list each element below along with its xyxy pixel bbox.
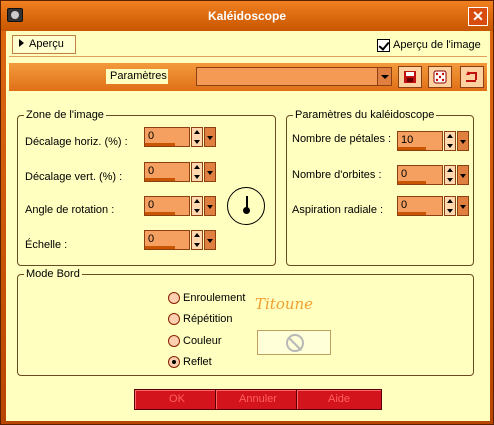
help-button[interactable]: Aide bbox=[296, 389, 382, 410]
reset-preset-button[interactable] bbox=[460, 66, 484, 88]
scale-label: Échelle : bbox=[25, 239, 68, 251]
orbits-label: Nombre d'orbites : bbox=[292, 169, 382, 181]
rotation-spinner[interactable]: 0 bbox=[144, 196, 217, 218]
wrap-radio-label: Enroulement bbox=[183, 292, 246, 304]
radial-suction-value: 0 bbox=[401, 199, 408, 211]
petals-dropdown-icon[interactable] bbox=[457, 131, 469, 151]
signature-logo: Titoune bbox=[255, 295, 314, 313]
disabled-icon bbox=[286, 334, 304, 352]
reflect-radio-label: Reflet bbox=[183, 356, 212, 368]
radial-suction-spinner[interactable]: 0 bbox=[397, 196, 470, 218]
window-title: Kaléidoscope bbox=[207, 9, 287, 23]
orbits-stepper-icon[interactable] bbox=[444, 165, 456, 185]
rotation-value: 0 bbox=[148, 199, 155, 211]
expand-arrow-icon bbox=[19, 39, 24, 47]
v-offset-dropdown-icon[interactable] bbox=[204, 162, 216, 182]
kaleidoscope-params-title: Paramètres du kaléidoscope bbox=[293, 109, 437, 121]
preview-image-checkbox[interactable] bbox=[377, 38, 390, 52]
radial-suction-label: Aspiration radiale : bbox=[292, 204, 384, 216]
h-offset-dropdown-icon[interactable] bbox=[204, 127, 216, 147]
chevron-down-icon[interactable] bbox=[377, 68, 391, 85]
radial-suction-input[interactable]: 0 bbox=[397, 196, 443, 216]
orbits-value: 0 bbox=[401, 168, 408, 180]
scale-value: 0 bbox=[148, 233, 155, 245]
orbits-input[interactable]: 0 bbox=[397, 165, 443, 185]
petals-input[interactable]: 10 bbox=[397, 131, 443, 151]
preview-image-label: Aperçu de l'image bbox=[393, 39, 481, 51]
dialog-client: Aperçu Aperçu de l'image Paramètres Zone… bbox=[6, 31, 490, 421]
orbits-dropdown-icon[interactable] bbox=[457, 165, 469, 185]
scale-dropdown-icon[interactable] bbox=[204, 230, 216, 250]
wrap-radio[interactable] bbox=[168, 292, 180, 304]
preview-image-checkbox-row[interactable]: Aperçu de l'image bbox=[377, 38, 481, 52]
preview-toggle-label: Aperçu bbox=[29, 38, 64, 50]
preview-bar: Aperçu Aperçu de l'image bbox=[9, 33, 487, 57]
edge-option-color[interactable]: Couleur bbox=[168, 334, 222, 348]
edge-mode-group: Mode Bord bbox=[17, 268, 474, 376]
presets-dropdown[interactable] bbox=[196, 67, 392, 86]
rotation-stepper-icon[interactable] bbox=[191, 196, 203, 216]
v-offset-value: 0 bbox=[148, 165, 155, 177]
ok-button[interactable]: OK bbox=[134, 389, 220, 410]
repeat-radio[interactable] bbox=[168, 313, 180, 325]
save-icon bbox=[404, 71, 416, 83]
title-bar[interactable]: Kaléidoscope ✕ bbox=[1, 1, 493, 31]
v-offset-stepper-icon[interactable] bbox=[191, 162, 203, 182]
h-offset-label: Décalage horiz. (%) : bbox=[25, 136, 128, 148]
petals-value: 10 bbox=[401, 134, 414, 146]
random-dice-icon bbox=[433, 70, 447, 84]
preview-toggle-button[interactable]: Aperçu bbox=[12, 35, 76, 54]
h-offset-value: 0 bbox=[148, 130, 155, 142]
scale-stepper-icon[interactable] bbox=[191, 230, 203, 250]
petals-spinner[interactable]: 10 bbox=[397, 131, 470, 153]
edge-option-reflect[interactable]: Reflet bbox=[168, 355, 212, 369]
dial-center-icon bbox=[243, 207, 250, 214]
scale-spinner[interactable]: 0 bbox=[144, 230, 217, 252]
edge-color-swatch[interactable] bbox=[257, 330, 331, 355]
rotation-label: Angle de rotation : bbox=[25, 204, 115, 216]
close-button[interactable]: ✕ bbox=[468, 7, 488, 26]
random-preset-button[interactable] bbox=[428, 66, 452, 88]
h-offset-input[interactable]: 0 bbox=[144, 127, 190, 147]
presets-label: Paramètres bbox=[106, 69, 168, 84]
cancel-button[interactable]: Annuler bbox=[215, 389, 301, 410]
kaleidoscope-dialog: Kaléidoscope ✕ Aperçu Aperçu de l'image … bbox=[0, 0, 494, 425]
rotation-input[interactable]: 0 bbox=[144, 196, 190, 216]
repeat-radio-label: Répétition bbox=[183, 313, 233, 325]
rotation-dial[interactable] bbox=[227, 187, 265, 225]
save-preset-button[interactable] bbox=[398, 66, 422, 88]
edge-option-repeat[interactable]: Répétition bbox=[168, 312, 233, 326]
h-offset-spinner[interactable]: 0 bbox=[144, 127, 217, 149]
petals-stepper-icon[interactable] bbox=[444, 131, 456, 151]
image-zone-title: Zone de l'image bbox=[24, 109, 106, 121]
radial-suction-stepper-icon[interactable] bbox=[444, 196, 456, 216]
presets-bar: Paramètres bbox=[9, 63, 487, 91]
edge-mode-title: Mode Bord bbox=[24, 268, 82, 280]
reflect-radio[interactable] bbox=[168, 356, 180, 368]
v-offset-label: Décalage vert. (%) : bbox=[25, 171, 123, 183]
reset-icon bbox=[466, 71, 477, 82]
petals-label: Nombre de pétales : bbox=[292, 133, 392, 145]
radial-suction-dropdown-icon[interactable] bbox=[457, 196, 469, 216]
v-offset-spinner[interactable]: 0 bbox=[144, 162, 217, 184]
edge-option-wrap[interactable]: Enroulement bbox=[168, 291, 245, 305]
h-offset-stepper-icon[interactable] bbox=[191, 127, 203, 147]
v-offset-input[interactable]: 0 bbox=[144, 162, 190, 182]
orbits-spinner[interactable]: 0 bbox=[397, 165, 470, 187]
scale-input[interactable]: 0 bbox=[144, 230, 190, 250]
color-radio-label: Couleur bbox=[183, 335, 222, 347]
color-radio[interactable] bbox=[168, 335, 180, 347]
rotation-dropdown-icon[interactable] bbox=[204, 196, 216, 216]
